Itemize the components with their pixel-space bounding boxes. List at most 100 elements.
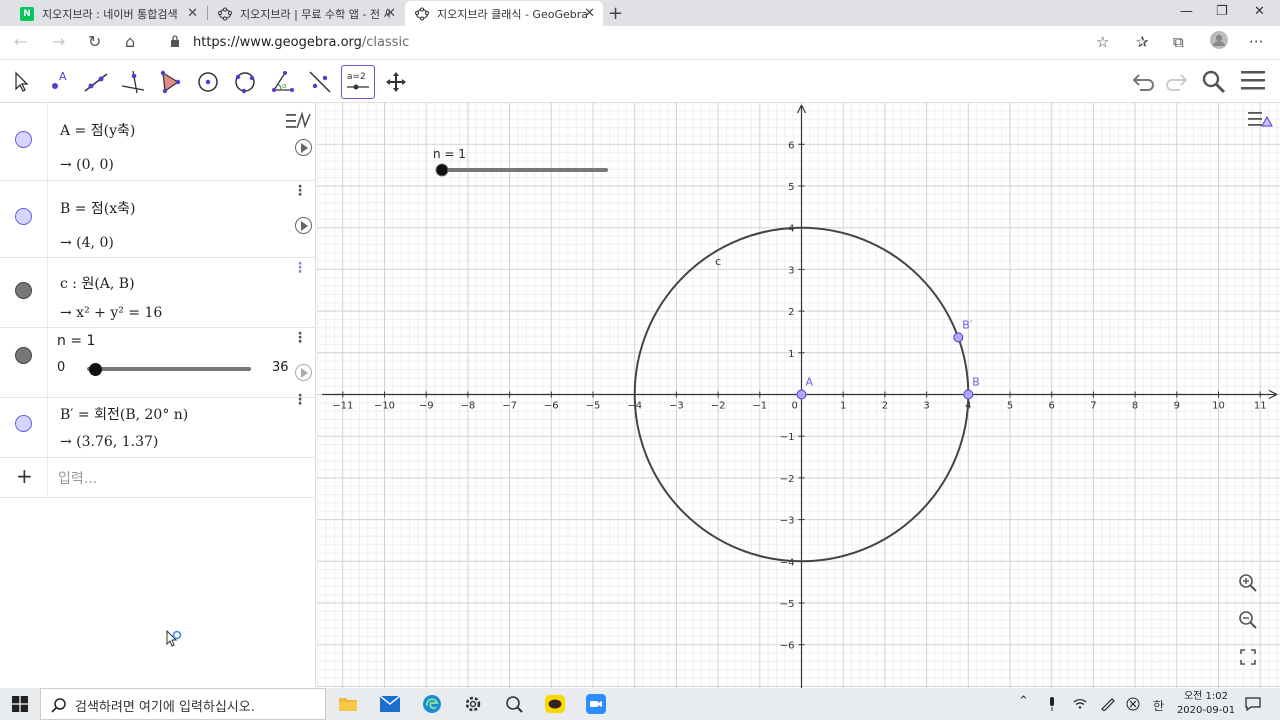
more-vertical-icon[interactable]: ⋮ — [293, 183, 307, 199]
collections-icon[interactable]: ⧉ — [1173, 33, 1184, 51]
x-tick-label: −5 — [586, 401, 601, 412]
circle-center-point-tool[interactable] — [191, 65, 225, 99]
visibility-toggle[interactable] — [15, 347, 32, 364]
slider-track[interactable] — [87, 367, 251, 371]
close-tab-icon[interactable]: ✕ — [385, 6, 396, 21]
zoom-app-icon[interactable] — [586, 694, 606, 714]
tray-expand-icon[interactable]: ⌃ — [1018, 694, 1029, 709]
algebra-definition[interactable]: B′ = 회전(B, 20° n) — [60, 404, 188, 424]
perpendicular-line-tool[interactable] — [116, 65, 150, 99]
tab-title: 지오지브라 : 네이버 통합검색 — [42, 7, 178, 21]
undo-icon[interactable] — [1131, 69, 1157, 97]
settings-gear-icon[interactable] — [463, 694, 483, 714]
clock-date: 2020-09-01 — [1176, 705, 1236, 716]
taskbar-search-box[interactable]: 검색하려면 여기에 입력하십시오. — [40, 688, 326, 720]
style-bar-toggle-icon[interactable] — [1248, 109, 1274, 135]
wifi-icon[interactable] — [1073, 697, 1087, 712]
y-tick-label: −5 — [780, 599, 795, 610]
algebra-input-row[interactable]: + 입력... — [0, 458, 316, 498]
visibility-toggle[interactable] — [15, 415, 32, 432]
feedback-hub-icon[interactable] — [504, 694, 524, 714]
slider-tool-icon: a=2 — [347, 72, 369, 90]
algebra-definition[interactable]: A = 점(y축) — [60, 120, 135, 140]
play-icon[interactable] — [295, 139, 312, 156]
profile-avatar[interactable] — [1210, 31, 1228, 53]
algebra-row-A[interactable]: A = 점(y축) → (0, 0) — [0, 103, 316, 181]
browser-tab-geogebra-classic[interactable]: 지오지브라 클래식 - GeoGebra ✕ — [405, 1, 603, 26]
more-icon[interactable]: ··· — [1249, 33, 1263, 51]
back-icon[interactable]: ← — [14, 32, 27, 51]
browser-tab-geogebra-app[interactable]: 지오지브라 | 무료 수학 앱 - 전 세 ✕ — [208, 1, 404, 26]
add-icon[interactable]: + — [16, 464, 33, 488]
pen-icon[interactable] — [1100, 697, 1116, 714]
slider-label[interactable]: n = 1 — [57, 333, 95, 349]
maximize-icon[interactable]: ❐ — [1216, 4, 1228, 19]
ime-indicator[interactable]: 한 — [1153, 697, 1164, 714]
new-tab-button[interactable]: + — [608, 3, 623, 24]
graphics-slider-label[interactable]: n = 1 — [433, 147, 466, 161]
x-tick-label: 1 — [840, 401, 846, 412]
algebra-input[interactable]: 입력... — [58, 468, 97, 488]
circle-three-points-tool[interactable] — [228, 65, 262, 99]
visibility-toggle[interactable] — [15, 131, 32, 148]
svg-text:A: A — [59, 70, 67, 83]
windows-start-icon[interactable] — [12, 696, 28, 716]
refresh-icon[interactable]: ↻ — [88, 32, 101, 51]
close-tab-icon[interactable]: ✕ — [187, 6, 198, 21]
zoom-out-icon[interactable] — [1238, 610, 1258, 634]
graphics-view[interactable]: −11 −10 −9 −8 −7 −6 −5 −4 −3 −2 −1 0 1 2 3 4 5 6 7 8 9 10 11 1 2… — [317, 103, 1280, 688]
play-icon[interactable] — [295, 364, 312, 381]
microphone-icon[interactable] — [1047, 697, 1057, 714]
point-B[interactable] — [963, 389, 974, 400]
close-window-icon[interactable]: ✕ — [1254, 4, 1265, 19]
algebra-definition[interactable]: B = 점(x축) — [60, 198, 136, 218]
mute-icon[interactable] — [1126, 697, 1140, 714]
graphics-slider-knob[interactable] — [435, 163, 449, 177]
line-tool[interactable] — [79, 65, 113, 99]
point-A[interactable] — [796, 389, 807, 400]
forward-icon[interactable]: → — [52, 32, 65, 51]
visibility-toggle[interactable] — [15, 208, 32, 225]
notifications-icon[interactable] — [1245, 697, 1261, 714]
slider-knob[interactable] — [89, 363, 102, 376]
algebra-row-c[interactable]: c : 원(A, B) → x² + y² = 16 ⋮ — [0, 258, 316, 328]
slider-tool[interactable]: a=2 — [341, 65, 375, 99]
home-icon[interactable]: ⌂ — [125, 32, 135, 51]
favorite-star-icon[interactable]: ☆ — [1096, 33, 1109, 51]
point-tool[interactable]: A — [42, 65, 76, 99]
move-graphics-tool[interactable] — [379, 65, 413, 99]
point-B-prime[interactable] — [953, 332, 964, 343]
redo-icon[interactable] — [1163, 69, 1189, 97]
fullscreen-icon[interactable] — [1240, 649, 1256, 669]
search-icon[interactable] — [1201, 69, 1227, 99]
angle-tool[interactable]: α — [266, 65, 300, 99]
polygon-tool[interactable] — [153, 65, 187, 99]
kakaotalk-icon[interactable] — [545, 694, 565, 714]
edge-browser-icon[interactable] — [422, 694, 442, 714]
url-field[interactable]: https://www.geogebra.org/classic — [193, 35, 409, 50]
reflect-tool[interactable] — [303, 65, 337, 99]
favorites-icon[interactable]: ✰ — [1136, 33, 1149, 51]
play-icon[interactable] — [295, 217, 312, 234]
algebra-row-slider-n[interactable]: n = 1 0 36 ⋮ — [0, 328, 316, 398]
circle-three-points-icon — [235, 72, 255, 94]
close-tab-icon[interactable]: ✕ — [584, 6, 595, 21]
mail-icon[interactable] — [380, 694, 400, 714]
graphics-canvas[interactable]: −11 −10 −9 −8 −7 −6 −5 −4 −3 −2 −1 0 1 2 3 4 5 6 7 8 9 10 1112… — [317, 103, 1280, 688]
algebra-definition[interactable]: c : 원(A, B) — [60, 273, 135, 293]
minimize-icon[interactable]: — — [1180, 4, 1193, 19]
visibility-toggle[interactable] — [15, 282, 32, 299]
move-tool[interactable] — [3, 65, 37, 99]
taskbar-clock[interactable]: 오전 1:02 2020-09-01 — [1176, 690, 1236, 718]
main-menu-icon[interactable] — [1241, 69, 1265, 95]
more-vertical-icon[interactable]: ⋮ — [293, 330, 307, 346]
x-tick-label: 9 — [1174, 401, 1180, 412]
zoom-in-icon[interactable] — [1238, 573, 1258, 597]
more-vertical-icon[interactable]: ⋮ — [293, 392, 307, 408]
algebra-row-B[interactable]: B = 점(x축) → (4, 0) ⋮ — [0, 181, 316, 258]
browser-tab-naver[interactable]: N 지오지브라 : 네이버 통합검색 ✕ — [10, 1, 206, 26]
more-vertical-icon[interactable]: ⋮ — [293, 260, 307, 276]
file-explorer-icon[interactable] — [338, 694, 358, 714]
circle-c-label: c — [715, 255, 721, 268]
algebra-row-B-prime[interactable]: B′ = 회전(B, 20° n) → (3.76, 1.37) ⋮ — [0, 392, 316, 458]
